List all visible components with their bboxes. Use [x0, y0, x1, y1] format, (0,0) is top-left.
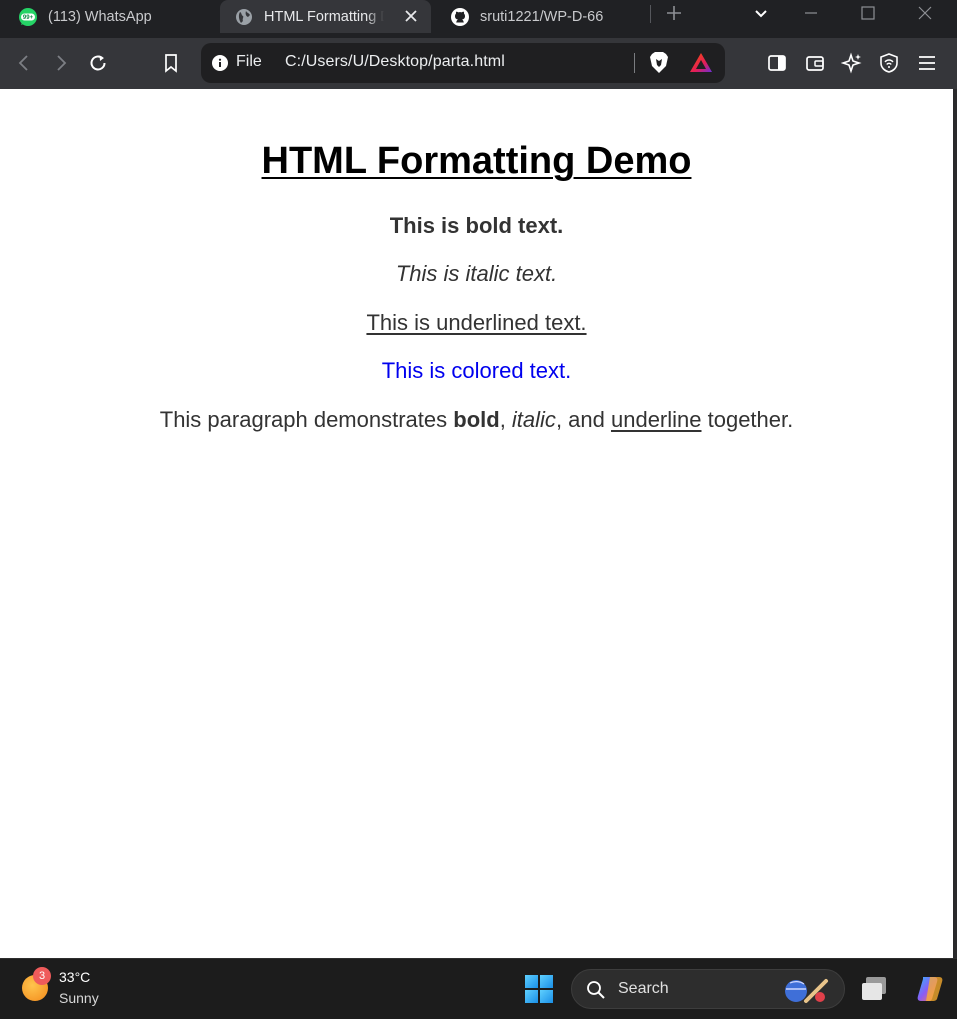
cricket-highlight-icon	[782, 975, 832, 1005]
tab-whatsapp[interactable]: 99+ (113) WhatsApp	[18, 0, 218, 33]
reload-icon[interactable]	[87, 52, 109, 74]
underlined-text: This is underlined text.	[366, 310, 587, 335]
svg-text:99+: 99+	[23, 15, 34, 21]
tab-title: HTML Formatting Demo	[264, 8, 384, 25]
brave-shields-icon[interactable]	[648, 51, 670, 75]
search-label: Search	[618, 980, 669, 997]
taskbar-search[interactable]: Search	[571, 969, 845, 1009]
mixed-separator: ,	[499, 407, 512, 432]
windows-start-icon[interactable]	[524, 974, 554, 1004]
new-tab-icon[interactable]	[664, 3, 684, 23]
mixed-suffix: together.	[701, 407, 794, 432]
bookmark-icon[interactable]	[160, 52, 182, 74]
url-text[interactable]: C:/Users/U/Desktop/parta.html	[285, 53, 505, 71]
tab-divider	[650, 5, 651, 23]
copilot-icon[interactable]	[914, 973, 946, 1005]
tab-title: (113) WhatsApp	[48, 8, 152, 25]
mixed-prefix: This paragraph demonstrates	[159, 407, 454, 432]
mixed-underline: underline	[610, 407, 702, 432]
mixed-bold: bold	[453, 407, 500, 432]
maximize-icon[interactable]	[858, 3, 878, 23]
back-icon[interactable]	[13, 52, 35, 74]
weather-condition: Sunny	[59, 990, 99, 1006]
mixed-italic: italic	[511, 407, 556, 432]
close-tab-icon[interactable]	[403, 8, 419, 24]
colored-text: This is colored text.	[381, 358, 572, 383]
minimize-icon[interactable]	[801, 3, 821, 23]
address-divider	[634, 53, 635, 73]
close-window-icon[interactable]	[915, 3, 935, 23]
forward-icon[interactable]	[50, 52, 72, 74]
address-bar[interactable]: File C:/Users/U/Desktop/parta.html	[201, 43, 725, 83]
tab-title: sruti1221/WP-D-66	[480, 8, 604, 25]
leo-ai-icon[interactable]	[841, 52, 863, 74]
task-view-icon[interactable]	[858, 973, 892, 1005]
sidebar-icon[interactable]	[766, 52, 788, 74]
mixed-formatting-paragraph: This paragraph demonstrates bold, italic…	[0, 407, 953, 433]
browser-toolbar: File C:/Users/U/Desktop/parta.html	[0, 38, 957, 89]
scheme-label: File	[236, 53, 262, 70]
tab-strip: 99+ (113) WhatsApp HTML Formatting Demo …	[0, 0, 957, 38]
taskbar: 3 33°C Sunny Search	[0, 958, 957, 1019]
tab-search-chevron-icon[interactable]	[751, 3, 771, 23]
italic-text: This is italic text.	[395, 261, 558, 286]
whatsapp-icon: 99+	[18, 7, 38, 27]
page-content: HTML Formatting Demo This is bold text. …	[0, 89, 953, 958]
search-icon	[586, 980, 606, 1000]
tab-html-formatting[interactable]: HTML Formatting Demo	[220, 0, 431, 33]
tab-github[interactable]: sruti1221/WP-D-66	[450, 0, 640, 33]
globe-icon	[234, 7, 254, 27]
weather-badge: 3	[33, 967, 51, 985]
github-icon	[450, 7, 470, 27]
menu-icon[interactable]	[916, 52, 938, 74]
weather-temperature: 33°C	[59, 969, 91, 985]
page-heading: HTML Formatting Demo	[261, 140, 692, 182]
wallet-icon[interactable]	[804, 52, 826, 74]
vpn-icon[interactable]	[878, 52, 900, 74]
info-icon[interactable]	[212, 55, 228, 71]
bold-text: This is bold text.	[389, 213, 564, 238]
mixed-separator: , and	[555, 407, 611, 432]
window-edge	[953, 89, 957, 958]
brave-rewards-icon[interactable]	[689, 52, 713, 74]
